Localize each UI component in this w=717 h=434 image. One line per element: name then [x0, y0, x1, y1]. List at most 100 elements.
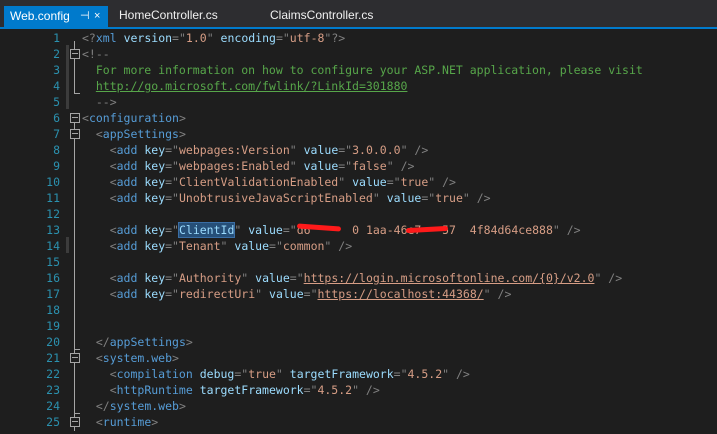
line-number: 23	[46, 383, 60, 397]
code-token: http://go.microsoft.com/fwlink/?LinkId=3…	[95, 79, 408, 93]
tab-label: HomeController.cs	[119, 8, 218, 22]
code-line[interactable]: 17 <add key="redirectUri" value="https:/…	[0, 286, 717, 302]
code-text: For more information on how to configure…	[82, 62, 643, 78]
code-token: " />	[386, 159, 415, 173]
code-token: add	[116, 175, 138, 189]
code-token: ="	[165, 223, 179, 237]
code-token: ="	[275, 31, 290, 45]
tab-claims-controller[interactable]: ClaimsController.cs	[270, 6, 373, 25]
code-token: ="	[338, 143, 353, 157]
fold-toggle-icon[interactable]	[70, 353, 80, 363]
code-line[interactable]: 7 <appSettings>	[0, 126, 717, 142]
code-token: ="	[303, 383, 318, 397]
code-line[interactable]: 22 <compilation debug="true" targetFrame…	[0, 366, 717, 382]
code-text: <httpRuntime targetFramework="4.5.2" />	[82, 382, 380, 398]
code-token: 4.5.2	[317, 383, 353, 397]
code-token: add	[116, 159, 138, 173]
code-text: <runtime>	[82, 414, 158, 430]
line-number: 12	[46, 207, 60, 221]
code-token: add	[116, 239, 138, 253]
code-token: >	[185, 335, 193, 349]
code-line[interactable]: 5 -->	[0, 94, 717, 110]
line-number: 17	[46, 287, 60, 301]
code-token: utf-8	[289, 31, 325, 45]
code-line[interactable]: 21 <system.web>	[0, 350, 717, 366]
line-number: 4	[53, 79, 60, 93]
code-token: -->	[82, 95, 117, 109]
code-line[interactable]: 1 <?xml version="1.0" encoding="utf-8"?>	[0, 30, 717, 46]
code-line[interactable]: 9 <add key="webpages:Enabled" value="fal…	[0, 158, 717, 174]
code-token: https://login.microsoftonline.com/{0}/v2…	[303, 271, 595, 285]
code-token: <	[82, 223, 117, 237]
code-token: "	[241, 271, 256, 285]
code-token: key	[144, 175, 166, 189]
code-token: compilation	[116, 367, 193, 381]
code-token: ="	[165, 271, 179, 285]
code-line[interactable]: 16 <add key="Authority" value="https://l…	[0, 270, 717, 286]
code-token: targetFramework	[289, 367, 394, 381]
code-token: add	[116, 143, 138, 157]
line-number: 16	[46, 271, 60, 285]
fold-toggle-icon[interactable]	[70, 417, 80, 427]
code-token: xml	[95, 31, 117, 45]
code-token: "	[255, 287, 270, 301]
tab-label: Web.config	[10, 9, 70, 23]
code-line[interactable]: 10 <add key="ClientValidationEnabled" va…	[0, 174, 717, 190]
fold-toggle-icon[interactable]	[70, 49, 80, 59]
code-token: For more information on how to configure…	[82, 63, 643, 77]
code-token: >	[172, 351, 179, 365]
code-line[interactable]: 18	[0, 302, 717, 318]
code-line[interactable]: 20 </appSettings>	[0, 334, 717, 350]
code-token: "?>	[324, 31, 346, 45]
line-number: 25	[46, 415, 60, 429]
code-token: add	[116, 191, 138, 205]
code-token: <	[82, 287, 117, 301]
code-line[interactable]: 24 </system.web>	[0, 398, 717, 414]
code-line[interactable]: 8 <add key="webpages:Version" value="3.0…	[0, 142, 717, 158]
code-line[interactable]: 11 <add key="UnobtrusiveJavaScriptEnable…	[0, 190, 717, 206]
code-token: " />	[400, 143, 429, 157]
code-token: ="	[165, 159, 179, 173]
code-token: runtime	[102, 415, 152, 429]
code-token: 3.0.0.0	[352, 143, 401, 157]
code-line[interactable]: 25 <runtime>	[0, 414, 717, 430]
code-token: false	[352, 159, 387, 173]
code-line[interactable]: 14 <add key="Tenant" value="common" />	[0, 238, 717, 254]
code-editor[interactable]: 1 <?xml version="1.0" encoding="utf-8"?> 2…	[0, 29, 717, 434]
code-token: 4.5.2	[407, 367, 443, 381]
fold-toggle-icon[interactable]	[70, 113, 80, 123]
line-number: 2	[53, 47, 60, 61]
tab-home-controller[interactable]: HomeController.cs	[119, 6, 218, 25]
tab-web-config[interactable]: Web.config ⊣ ×	[4, 6, 108, 27]
code-token: " />	[462, 191, 491, 205]
code-line[interactable]: 13 <add key="ClientId" value="d6 0 1aa-4…	[0, 222, 717, 238]
code-token: "	[372, 191, 387, 205]
code-token: value	[303, 159, 339, 173]
close-icon[interactable]: ×	[94, 6, 100, 27]
code-token: targetFramework	[199, 383, 304, 397]
code-token: value	[269, 287, 304, 301]
code-line[interactable]: 3 For more information on how to configu…	[0, 62, 717, 78]
code-token: ClientValidationEnabled	[178, 175, 339, 189]
code-token: ="	[421, 191, 436, 205]
fold-toggle-icon[interactable]	[70, 129, 80, 139]
pin-icon[interactable]: ⊣	[80, 6, 90, 27]
code-line[interactable]: 23 <httpRuntime targetFramework="4.5.2" …	[0, 382, 717, 398]
code-token: true	[400, 175, 429, 189]
code-line[interactable]: 6 <configuration>	[0, 110, 717, 126]
code-token: " />	[594, 271, 623, 285]
code-token: ="	[338, 159, 353, 173]
code-text: <add key="Tenant" value="common" />	[82, 238, 352, 254]
code-line[interactable]: 19	[0, 318, 717, 334]
code-token: add	[116, 271, 138, 285]
code-line[interactable]: 12	[0, 206, 717, 222]
code-token: configuration	[88, 111, 179, 125]
code-line[interactable]: 15	[0, 254, 717, 270]
code-line[interactable]: 2 <!--	[0, 46, 717, 62]
code-text: <add key="redirectUri" value="https://lo…	[82, 286, 512, 302]
code-token: ="	[386, 175, 401, 189]
code-token: value	[234, 239, 270, 253]
code-token: debug	[199, 367, 235, 381]
code-token: "	[234, 223, 249, 237]
code-line[interactable]: 4 http://go.microsoft.com/fwlink/?LinkId…	[0, 78, 717, 94]
